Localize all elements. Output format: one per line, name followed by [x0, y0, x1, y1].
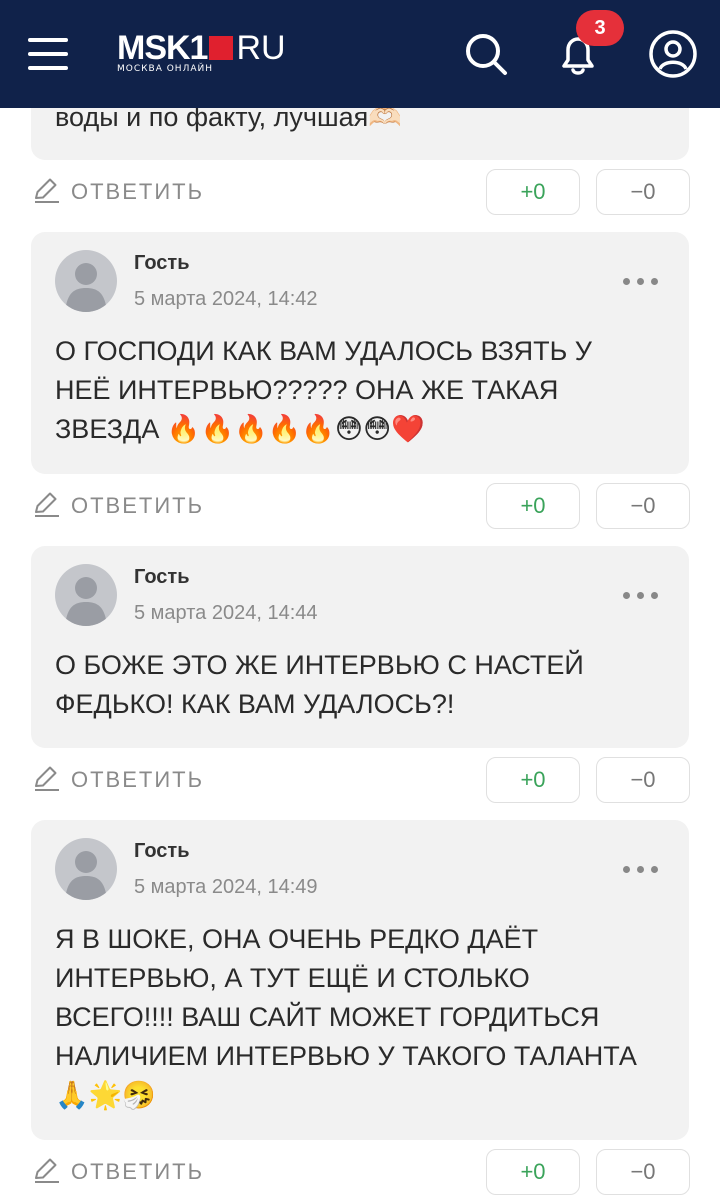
reply-label: ОТВЕТИТЬ: [71, 767, 205, 792]
logo-square: [209, 36, 234, 60]
pencil-icon: [31, 1155, 61, 1190]
logo-ru: RU: [236, 29, 286, 67]
comment-text: Я В ШОКЕ, ОНА ОЧЕНЬ РЕДКО ДАЁТ ИНТЕРВЬЮ,…: [55, 924, 637, 1110]
reply-label: ОТВЕТИТЬ: [71, 179, 205, 204]
reply-button[interactable]: ОТВЕТИТЬ: [31, 170, 204, 214]
notification-badge[interactable]: 3: [576, 10, 624, 46]
comment-card: Гость 5 марта 2024, 14:49 Я В ШОКЕ, ОНА …: [31, 820, 689, 1140]
upvote-button[interactable]: +0: [486, 1149, 580, 1195]
avatar: [55, 250, 117, 312]
logo-text: MSK1: [117, 29, 208, 67]
reply-label: ОТВЕТИТЬ: [71, 1159, 205, 1184]
more-options-icon[interactable]: [623, 863, 659, 875]
avatar: [55, 838, 117, 900]
downvote-button[interactable]: −0: [596, 169, 690, 215]
pencil-icon: [31, 175, 61, 210]
upvote-button[interactable]: +0: [486, 169, 580, 215]
top-bar: MSK1 RU МОСКВА ОНЛАЙН 3: [0, 0, 720, 108]
site-logo[interactable]: MSK1 RU МОСКВА ОНЛАЙН: [117, 30, 286, 76]
comment-author: Гость: [134, 566, 190, 588]
comment-card: Гость 5 марта 2024, 14:44 О БОЖЕ ЭТО ЖЕ …: [31, 546, 689, 748]
downvote-button[interactable]: −0: [596, 483, 690, 529]
pencil-icon: [31, 489, 61, 524]
downvote-button[interactable]: −0: [596, 1149, 690, 1195]
user-profile-icon[interactable]: [648, 29, 698, 79]
reply-label: ОТВЕТИТЬ: [71, 493, 205, 518]
more-options-icon[interactable]: [623, 275, 659, 287]
logo-wordmark: MSK1 RU: [117, 30, 286, 66]
comment-date: 5 марта 2024, 14:42: [134, 288, 318, 310]
upvote-button[interactable]: +0: [486, 757, 580, 803]
avatar: [55, 564, 117, 626]
comment-text: О БОЖЕ ЭТО ЖЕ ИНТЕРВЬЮ С НАСТЕЙ ФЕДЬКО! …: [55, 650, 584, 719]
comment-author: Гость: [134, 252, 190, 274]
pencil-icon: [31, 763, 61, 798]
comment-card: Гость 5 марта 2024, 14:42 О ГОСПОДИ КАК …: [31, 232, 689, 474]
upvote-button[interactable]: +0: [486, 483, 580, 529]
comment-date: 5 марта 2024, 14:44: [134, 602, 318, 624]
search-icon[interactable]: [462, 30, 510, 78]
menu-icon[interactable]: [28, 38, 68, 70]
comment-author: Гость: [134, 840, 190, 862]
comment-text: О ГОСПОДИ КАК ВАМ УДАЛОСЬ ВЗЯТЬ У НЕЁ ИН…: [55, 336, 592, 444]
downvote-button[interactable]: −0: [596, 757, 690, 803]
reply-button[interactable]: ОТВЕТИТЬ: [31, 484, 204, 528]
comment-date: 5 марта 2024, 14:49: [134, 876, 318, 898]
reply-button[interactable]: ОТВЕТИТЬ: [31, 758, 204, 802]
more-options-icon[interactable]: [623, 589, 659, 601]
reply-button[interactable]: ОТВЕТИТЬ: [31, 1150, 204, 1194]
